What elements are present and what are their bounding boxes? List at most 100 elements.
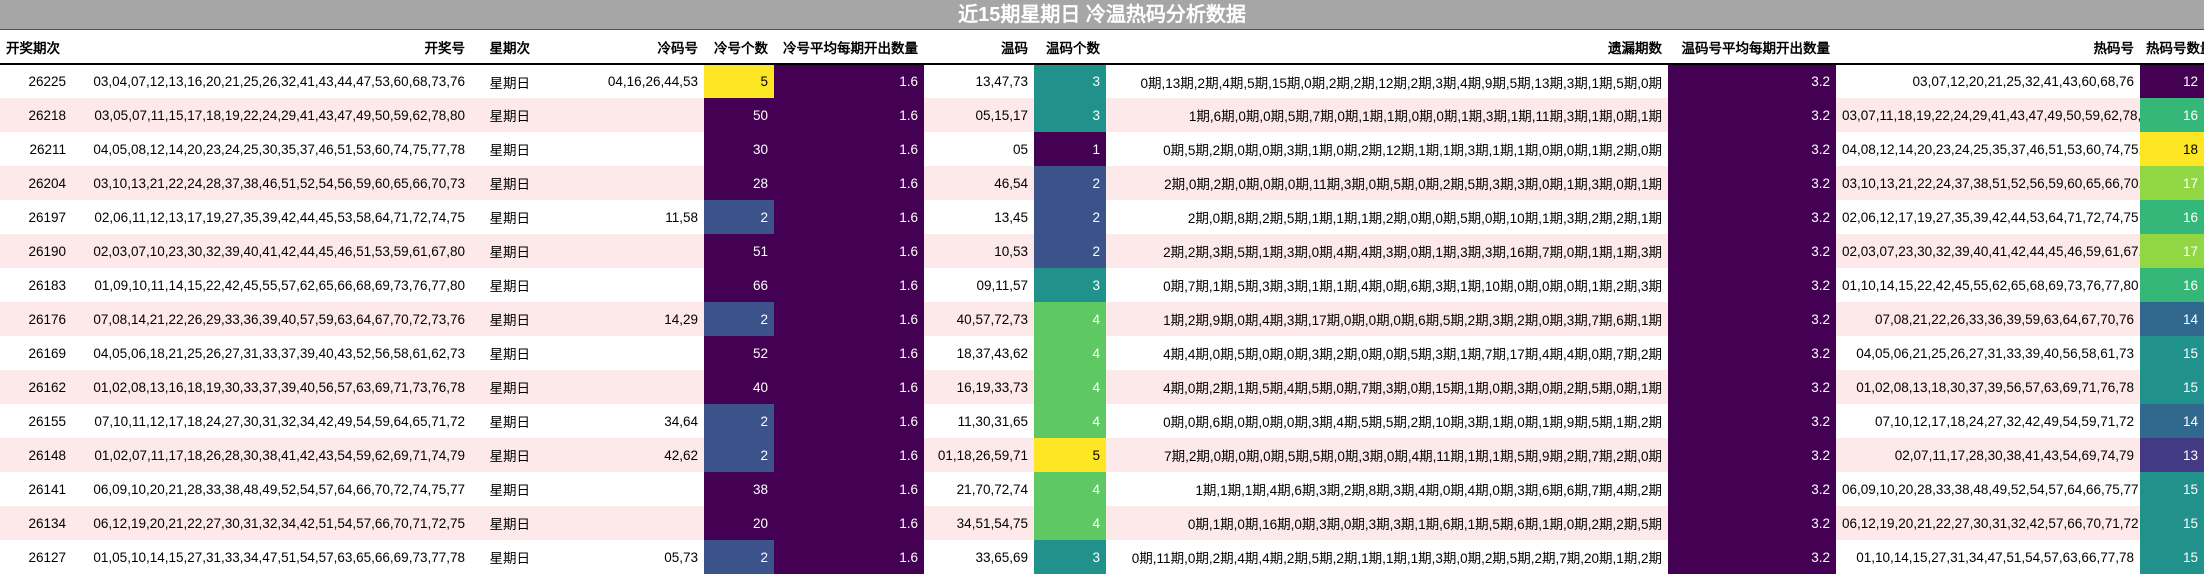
- cell-hot-nums: 03,07,11,18,19,22,24,29,41,43,47,49,50,5…: [1836, 98, 2140, 132]
- cell-cold-count: 5: [704, 64, 774, 98]
- cell-numbers: 07,08,14,21,22,26,29,33,36,39,40,57,59,6…: [72, 302, 471, 336]
- cell-numbers: 04,05,06,18,21,25,26,27,31,33,37,39,40,4…: [72, 336, 471, 370]
- analysis-table: 开奖期次 开奖号 星期次 冷码号 冷号个数 冷号平均每期开出数量 温码 温码个数…: [0, 30, 2204, 574]
- cell-period: 26169: [0, 336, 72, 370]
- table-row: 26134 06,12,19,20,21,22,27,30,31,32,34,42…: [0, 506, 2204, 540]
- table-row: 26155 07,10,11,12,17,18,24,27,30,31,32,34…: [0, 404, 2204, 438]
- cell-warm-nums: 11,30,31,65: [924, 404, 1034, 438]
- cell-warm-avg: 3.2: [1668, 438, 1836, 472]
- table-row: 26169 04,05,06,18,21,25,26,27,31,33,37,39…: [0, 336, 2204, 370]
- cell-missing: 1期,6期,0期,0期,5期,7期,0期,1期,1期,0期,0期,1期,3期,1…: [1106, 98, 1668, 132]
- cell-cold-count: 2: [704, 302, 774, 336]
- cell-missing: 0期,11期,0期,2期,4期,4期,2期,5期,2期,1期,1期,1期,3期,…: [1106, 540, 1668, 574]
- cell-cold-nums: 14,29: [536, 302, 704, 336]
- table-row: 26162 01,02,08,13,16,18,19,30,33,37,39,40…: [0, 370, 2204, 404]
- cell-numbers: 02,06,11,12,13,17,19,27,35,39,42,44,45,5…: [72, 200, 471, 234]
- cell-numbers: 02,03,07,10,23,30,32,39,40,41,42,44,45,4…: [72, 234, 471, 268]
- cell-missing: 0期,5期,2期,0期,0期,3期,1期,0期,2期,12期,1期,1期,3期,…: [1106, 132, 1668, 166]
- cell-period: 26162: [0, 370, 72, 404]
- cell-numbers: 03,10,13,21,22,24,28,37,38,46,51,52,54,5…: [72, 166, 471, 200]
- cell-weekday: 星期日: [471, 302, 536, 336]
- cell-numbers: 01,09,10,11,14,15,22,42,45,55,57,62,65,6…: [72, 268, 471, 302]
- cell-warm-count: 4: [1034, 302, 1106, 336]
- table-title: 近15期星期日 冷温热码分析数据: [0, 0, 2204, 30]
- cell-missing: 1期,2期,9期,0期,4期,3期,17期,0期,0期,0期,6期,5期,2期,…: [1106, 302, 1668, 336]
- cell-cold-count: 52: [704, 336, 774, 370]
- cell-period: 26155: [0, 404, 72, 438]
- cell-cold-count: 2: [704, 404, 774, 438]
- header-period: 开奖期次: [0, 30, 72, 65]
- cell-hot-count: 15: [2140, 472, 2204, 506]
- cell-numbers: 06,09,10,20,21,28,33,38,48,49,52,54,57,6…: [72, 472, 471, 506]
- cell-warm-count: 1: [1034, 132, 1106, 166]
- cell-cold-nums: [536, 336, 704, 370]
- header-numbers: 开奖号: [72, 30, 471, 65]
- cell-warm-nums: 46,54: [924, 166, 1034, 200]
- cell-warm-nums: 40,57,72,73: [924, 302, 1034, 336]
- cell-hot-count: 15: [2140, 540, 2204, 574]
- table-row: 26218 03,05,07,11,15,17,18,19,22,24,29,41…: [0, 98, 2204, 132]
- cell-period: 26225: [0, 64, 72, 98]
- table-row: 26204 03,10,13,21,22,24,28,37,38,46,51,52…: [0, 166, 2204, 200]
- cell-warm-count: 4: [1034, 336, 1106, 370]
- cell-warm-nums: 34,51,54,75: [924, 506, 1034, 540]
- cell-cold-count: 28: [704, 166, 774, 200]
- cell-hot-count: 16: [2140, 200, 2204, 234]
- cell-warm-avg: 3.2: [1668, 132, 1836, 166]
- cell-warm-nums: 05: [924, 132, 1034, 166]
- cell-missing: 0期,7期,1期,5期,3期,3期,1期,1期,4期,0期,6期,3期,1期,1…: [1106, 268, 1668, 302]
- cell-cold-count: 38: [704, 472, 774, 506]
- cell-missing: 0期,13期,2期,4期,5期,15期,0期,2期,2期,12期,2期,3期,4…: [1106, 64, 1668, 98]
- cell-weekday: 星期日: [471, 200, 536, 234]
- cell-hot-count: 15: [2140, 336, 2204, 370]
- cell-missing: 2期,2期,3期,5期,1期,3期,0期,4期,4期,3期,0期,1期,3期,3…: [1106, 234, 1668, 268]
- cell-warm-count: 2: [1034, 200, 1106, 234]
- cell-hot-count: 16: [2140, 268, 2204, 302]
- cell-warm-avg: 3.2: [1668, 234, 1836, 268]
- cell-numbers: 06,12,19,20,21,22,27,30,31,32,34,42,51,5…: [72, 506, 471, 540]
- cell-weekday: 星期日: [471, 540, 536, 574]
- cell-warm-avg: 3.2: [1668, 336, 1836, 370]
- cell-missing: 1期,1期,1期,4期,6期,3期,2期,8期,3期,4期,0期,4期,0期,3…: [1106, 472, 1668, 506]
- cell-numbers: 04,05,08,12,14,20,23,24,25,30,35,37,46,5…: [72, 132, 471, 166]
- cell-cold-avg: 1.6: [774, 64, 924, 98]
- header-weekday: 星期次: [471, 30, 536, 65]
- cell-missing: 4期,0期,2期,1期,5期,4期,5期,0期,7期,3期,0期,15期,1期,…: [1106, 370, 1668, 404]
- cell-cold-count: 30: [704, 132, 774, 166]
- table-row: 26127 01,05,10,14,15,27,31,33,34,47,51,54…: [0, 540, 2204, 574]
- cell-cold-nums: [536, 234, 704, 268]
- cell-numbers: 01,02,07,11,17,18,26,28,30,38,41,42,43,5…: [72, 438, 471, 472]
- cell-cold-count: 2: [704, 200, 774, 234]
- cell-hot-nums: 06,12,19,20,21,22,27,30,31,32,42,57,66,7…: [1836, 506, 2140, 540]
- cell-warm-nums: 13,47,73: [924, 64, 1034, 98]
- cell-warm-avg: 3.2: [1668, 506, 1836, 540]
- cell-hot-count: 18: [2140, 132, 2204, 166]
- cell-hot-count: 15: [2140, 370, 2204, 404]
- cell-warm-count: 3: [1034, 64, 1106, 98]
- header-cold-avg: 冷号平均每期开出数量: [774, 30, 924, 65]
- cell-cold-avg: 1.6: [774, 302, 924, 336]
- cell-cold-count: 20: [704, 506, 774, 540]
- header-warm-count: 温码个数: [1034, 30, 1106, 65]
- cell-period: 26218: [0, 98, 72, 132]
- cell-warm-count: 4: [1034, 472, 1106, 506]
- cell-cold-avg: 1.6: [774, 438, 924, 472]
- cell-hot-nums: 04,08,12,14,20,23,24,25,35,37,46,51,53,6…: [1836, 132, 2140, 166]
- header-missing: 遗漏期数: [1106, 30, 1668, 65]
- cell-warm-count: 3: [1034, 98, 1106, 132]
- cell-weekday: 星期日: [471, 404, 536, 438]
- cell-warm-nums: 18,37,43,62: [924, 336, 1034, 370]
- table-row: 26190 02,03,07,10,23,30,32,39,40,41,42,44…: [0, 234, 2204, 268]
- cell-warm-avg: 3.2: [1668, 64, 1836, 98]
- cell-cold-nums: [536, 166, 704, 200]
- cell-warm-avg: 3.2: [1668, 404, 1836, 438]
- header-hot-count: 热码号数量: [2140, 30, 2204, 65]
- cell-cold-count: 2: [704, 540, 774, 574]
- cell-warm-nums: 01,18,26,59,71: [924, 438, 1034, 472]
- cell-period: 26148: [0, 438, 72, 472]
- cell-cold-count: 50: [704, 98, 774, 132]
- cell-cold-avg: 1.6: [774, 268, 924, 302]
- cell-numbers: 01,02,08,13,16,18,19,30,33,37,39,40,56,5…: [72, 370, 471, 404]
- cell-warm-count: 4: [1034, 404, 1106, 438]
- cell-period: 26190: [0, 234, 72, 268]
